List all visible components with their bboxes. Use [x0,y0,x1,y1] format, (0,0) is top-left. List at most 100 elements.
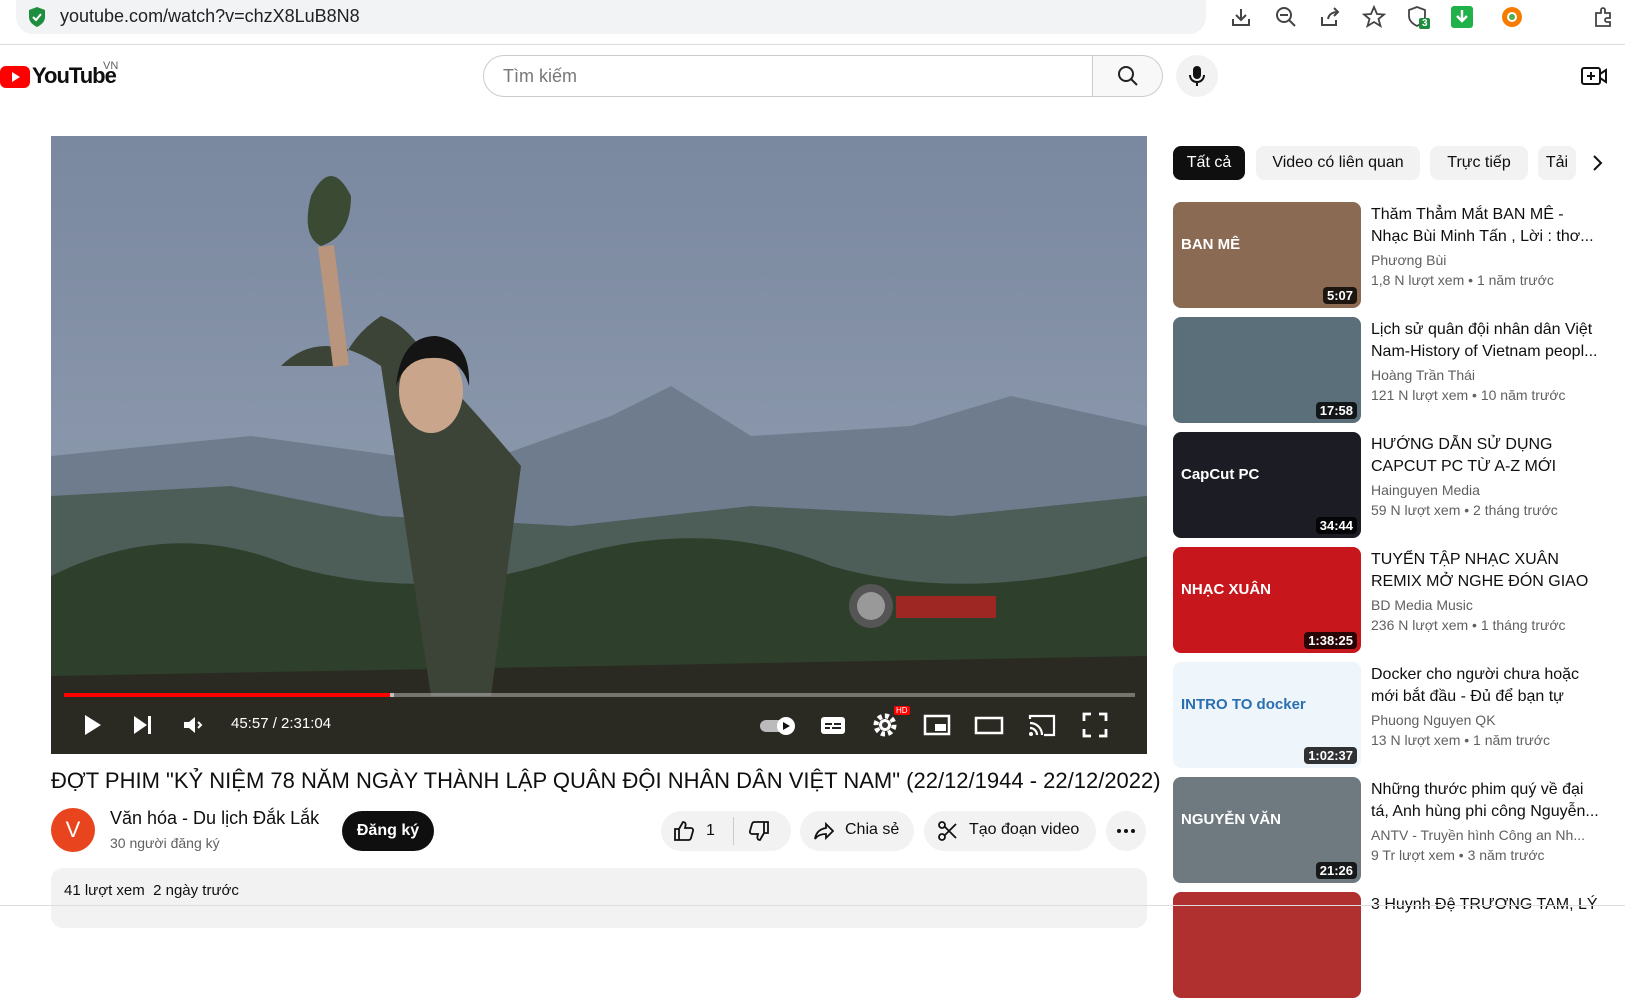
meta-separator: • [1454,847,1468,863]
related-meta: 121 N lượt xem • 10 năm trước [1371,387,1566,403]
related-title[interactable]: Những thước phim quý về đại tá, Anh hùng… [1371,779,1601,823]
autoplay-toggle-icon[interactable] [758,710,798,740]
related-title[interactable]: HƯỚNG DẪN SỬ DỤNG CAPCUT PC TỪ A-Z MỚI N… [1371,434,1601,478]
dislike-icon[interactable] [747,819,771,843]
thumbnail-caption: INTRO TO docker [1181,696,1306,713]
download-extension-icon[interactable] [1450,5,1474,29]
extension-badge: 3 [1422,18,1428,29]
share-arrow-icon [814,821,835,841]
upload-age: 2 ngày trước [153,882,239,899]
related-views: 13 N lượt xem [1371,732,1461,748]
meta-separator: • [1468,387,1481,403]
related-meta: 13 N lượt xem • 1 năm trước [1371,732,1550,748]
search-icon [1118,66,1138,86]
meta-separator: • [1460,732,1474,748]
voice-search-button[interactable] [1176,55,1218,97]
related-thumbnail[interactable] [1173,892,1361,998]
related-channel[interactable]: Phuong Nguyen QK [1371,712,1496,728]
related-age: 1 năm trước [1476,272,1554,288]
video-player[interactable] [51,136,1147,754]
related-title[interactable]: Thăm Thẳm Mắt BAN MÊ - Nhạc Bùi Minh Tấn… [1371,204,1601,248]
related-age: 1 năm trước [1473,732,1550,748]
related-views: 121 N lượt xem [1371,387,1469,403]
related-thumbnail[interactable]: BAN MÊ 5:07 [1173,202,1361,308]
duration-badge: 1:38:25 [1304,632,1357,649]
fullscreen-icon[interactable] [1080,710,1110,740]
time-display: 45:57 / 2:31:04 [231,715,332,732]
related-views: 59 N lượt xem [1371,502,1461,518]
bookmark-star-icon[interactable] [1362,5,1386,29]
related-thumbnail[interactable]: CapCut PC 34:44 [1173,432,1361,538]
subtitles-icon[interactable] [818,710,848,740]
miniplayer-icon[interactable] [922,710,952,740]
related-meta: 1,8 N lượt xem • 1 năm trước [1371,272,1554,288]
related-meta: 9 Tr lượt xem • 3 năm trước [1371,847,1545,863]
bottom-divider [0,905,1625,906]
chip-related[interactable]: Video có liên quan [1256,146,1420,180]
scissors-icon [938,821,957,841]
related-title[interactable]: Docker cho người chưa hoặc mới bắt đầu -… [1371,664,1601,708]
region-code: VN [103,60,119,72]
toolbar-divider [0,44,1625,45]
related-views: 9 Tr lượt xem [1371,847,1455,863]
chevron-right-icon[interactable] [1584,150,1610,176]
related-channel[interactable]: ANTV - Truyền hình Công an Nh... [1371,827,1585,843]
related-meta: 59 N lượt xem • 2 tháng trước [1371,502,1558,518]
create-video-icon[interactable] [1580,64,1608,88]
next-video-icon[interactable] [128,710,158,740]
related-age: 2 tháng trước [1473,502,1558,518]
related-thumbnail[interactable]: NGUYỄN VĂN 21:26 [1173,777,1361,883]
channel-name[interactable]: Văn hóa - Du lịch Đắk Lắk [110,808,319,829]
thumbnail-caption: NGUYỄN VĂN [1181,811,1282,828]
subscriber-count: 30 người đăng ký [110,835,220,851]
microphone-icon [1189,66,1205,86]
related-views: 236 N lượt xem [1371,617,1469,633]
related-age: 1 tháng trước [1480,617,1566,633]
like-count: 1 [706,822,715,839]
play-icon[interactable] [77,710,107,740]
theater-mode-icon[interactable] [974,710,1004,740]
related-thumbnail[interactable]: 17:58 [1173,317,1361,423]
url-text[interactable]: youtube.com/watch?v=chzX8LuB8N8 [60,6,360,27]
meta-separator: • [1464,272,1477,288]
hd-badge: HD [894,706,910,715]
related-meta: 236 N lượt xem • 1 tháng trước [1371,617,1566,633]
share-page-icon[interactable] [1318,5,1342,29]
clip-label: Tạo đoạn video [969,821,1080,838]
related-channel[interactable]: BD Media Music [1371,597,1473,613]
chip-live[interactable]: Trực tiếp [1430,146,1528,180]
youtube-logo[interactable]: YouTube VN [0,60,130,92]
related-thumbnail[interactable]: INTRO TO docker 1:02:37 [1173,662,1361,768]
video-title: ĐỢT PHIM "KỶ NIỆM 78 NĂM NGÀY THÀNH LẬP … [51,768,1161,793]
related-channel[interactable]: Hainguyen Media [1371,482,1480,498]
secure-lock-icon [29,7,45,27]
more-actions-button[interactable] [1106,811,1146,851]
search-button[interactable] [1093,55,1163,97]
chip-all[interactable]: Tất cả [1173,146,1245,180]
cast-icon[interactable] [1027,710,1057,740]
related-age: 3 năm trước [1467,847,1545,863]
related-title[interactable]: Lịch sử quân đội nhân dân Việt Nam-Histo… [1371,319,1601,363]
related-channel[interactable]: Phương Bùi [1371,252,1446,268]
like-divider [733,817,734,845]
related-thumbnail[interactable]: NHẠC XUÂN 1:38:25 [1173,547,1361,653]
progress-played [64,693,390,697]
more-horizontal-icon [1117,829,1135,833]
zoom-out-icon[interactable] [1274,5,1298,29]
duration-badge: 21:26 [1315,862,1357,879]
video-frame-image [51,136,1147,754]
subscribe-button[interactable]: Đăng ký [342,811,434,851]
youtube-play-logo-icon [0,66,30,88]
like-icon[interactable] [672,819,696,843]
meta-separator: • [1468,617,1481,633]
thumbnail-caption: BAN MÊ [1181,236,1241,253]
duration-badge: 34:44 [1315,517,1357,534]
volume-muted-icon[interactable] [179,710,209,740]
coccoc-extension-icon[interactable] [1500,5,1524,29]
chip-uploads[interactable]: Tải [1538,146,1576,180]
install-app-icon[interactable] [1229,5,1253,29]
related-title[interactable]: TUYỂN TẬP NHẠC XUÂN REMIX MỞ NGHE ĐÓN GI… [1371,549,1601,593]
channel-avatar[interactable]: V [51,808,95,852]
extensions-puzzle-icon[interactable] [1592,5,1616,29]
related-channel[interactable]: Hoàng Trần Thái [1371,367,1475,383]
